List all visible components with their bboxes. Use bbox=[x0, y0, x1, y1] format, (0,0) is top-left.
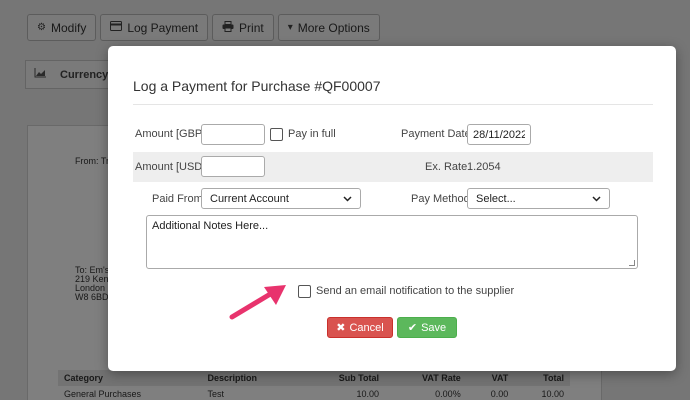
modal-divider bbox=[133, 104, 653, 105]
check-icon: ✔ bbox=[407, 322, 418, 334]
log-payment-modal: Log a Payment for Purchase #QF00007 Amou… bbox=[108, 46, 676, 371]
pay-method-value: Select... bbox=[476, 192, 516, 205]
paid-from-label: Paid From bbox=[152, 193, 203, 205]
amount-usd-input[interactable] bbox=[201, 156, 265, 177]
paid-from-value: Current Account bbox=[210, 192, 289, 205]
pay-method-label: Pay Method bbox=[411, 193, 470, 205]
chevron-down-icon bbox=[343, 194, 352, 204]
close-icon: ✖ bbox=[336, 322, 346, 334]
paid-from-select[interactable]: Current Account bbox=[201, 188, 361, 209]
amount-usd-label: Amount [USD] bbox=[135, 161, 206, 173]
pay-method-select[interactable]: Select... bbox=[467, 188, 610, 209]
payment-date-label: Payment Date bbox=[401, 128, 471, 140]
email-notification-label: Send an email notification to the suppli… bbox=[316, 285, 515, 297]
notes-text: Additional Notes Here... bbox=[152, 220, 269, 232]
email-notification-checkbox[interactable] bbox=[298, 285, 311, 298]
cancel-button-label: Cancel bbox=[349, 321, 384, 334]
notes-textarea[interactable]: Additional Notes Here... bbox=[146, 215, 638, 269]
pay-in-full-checkbox[interactable] bbox=[270, 128, 283, 141]
amount-gbp-label: Amount [GBP] bbox=[135, 128, 206, 140]
save-button[interactable]: ✔ Save bbox=[397, 317, 457, 338]
payment-date-input[interactable] bbox=[467, 124, 531, 145]
ex-rate-value: 1.2054 bbox=[467, 161, 501, 173]
chevron-down-icon bbox=[592, 194, 601, 204]
amount-gbp-input[interactable] bbox=[201, 124, 265, 145]
pointer-arrow-icon bbox=[229, 285, 286, 320]
resize-grip-icon[interactable] bbox=[629, 260, 635, 266]
modal-title: Log a Payment for Purchase #QF00007 bbox=[133, 78, 381, 94]
pay-in-full-label: Pay in full bbox=[288, 128, 336, 140]
cancel-button[interactable]: ✖ Cancel bbox=[327, 317, 393, 338]
ex-rate-label: Ex. Rate bbox=[425, 161, 468, 173]
save-button-label: Save bbox=[421, 321, 447, 334]
